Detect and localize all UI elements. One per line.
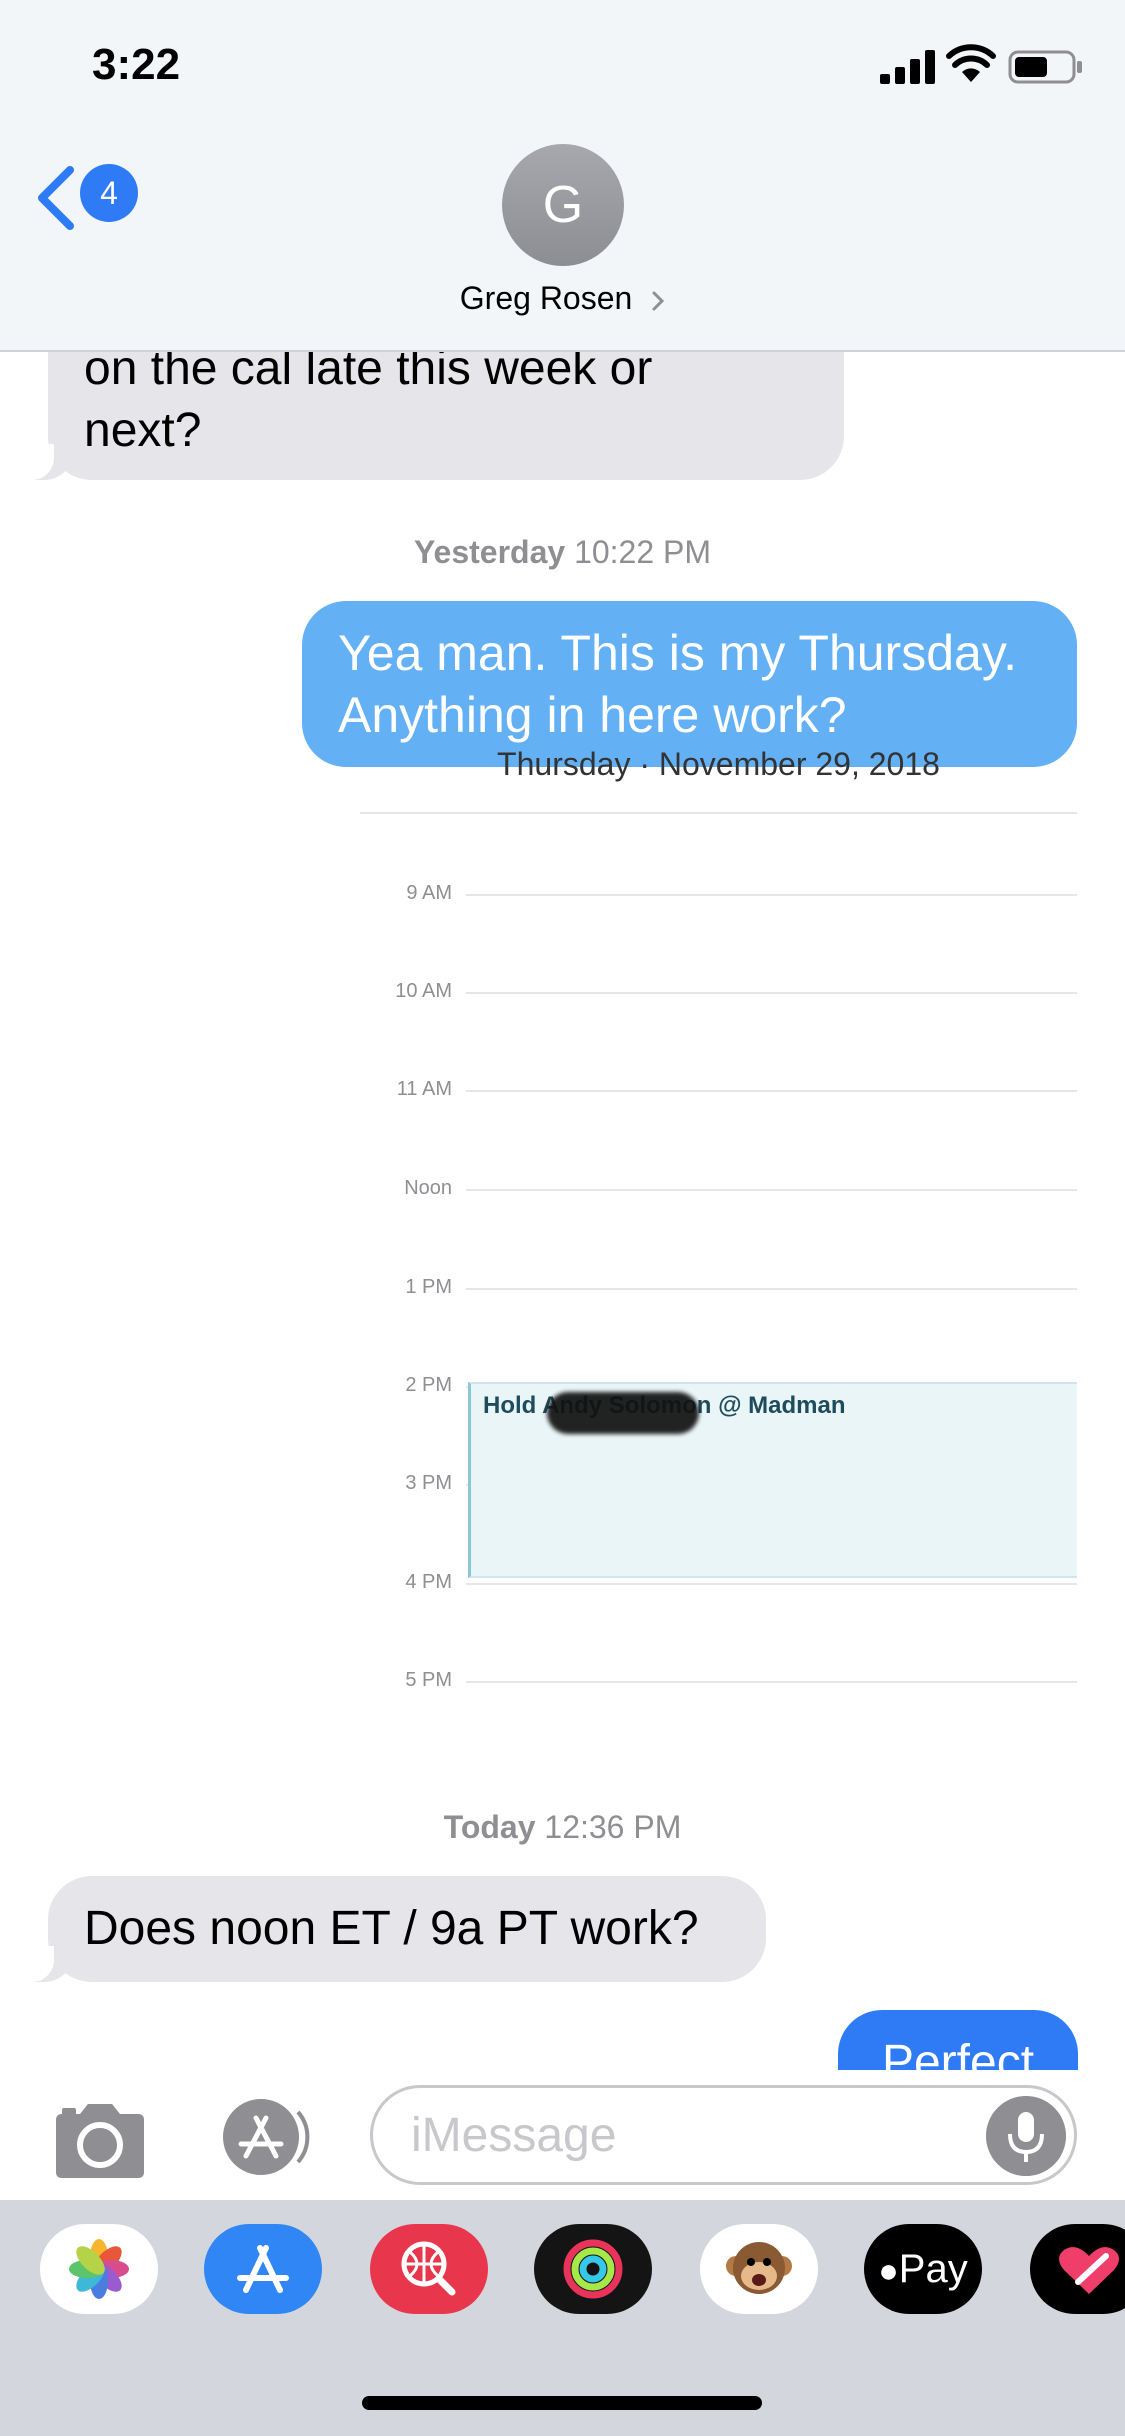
chevron-left-icon [38, 166, 74, 230]
apple-logo-icon: ● [878, 2252, 899, 2290]
photos-icon[interactable] [40, 2224, 158, 2314]
globe-search-glyph [401, 2241, 456, 2296]
calendar-date-title: Thursday · November 29, 2018 [497, 746, 940, 782]
timestamp-time: 12:36 PM [544, 1809, 682, 1845]
contact-avatar[interactable]: G [502, 144, 624, 266]
calendar-header-divider [360, 812, 1077, 814]
bubble-tail [28, 1946, 74, 1982]
message-text-line: next? [84, 404, 202, 457]
animoji-icon[interactable] [700, 2224, 818, 2314]
timestamp-day: Yesterday [413, 534, 566, 570]
message-text: Perfect [881, 2036, 1035, 2070]
apple-pay-label: Pay [898, 2247, 968, 2291]
battery-icon [1008, 50, 1082, 84]
hour-row-noon: Noon [360, 1175, 1077, 1205]
heart-glyph [1059, 2247, 1119, 2294]
hour-label: 3 PM [405, 1472, 452, 1494]
hour-label: 2 PM [405, 1374, 452, 1396]
calendar-event-block[interactable]: Hold Andy Solomon @ Madman [468, 1382, 1077, 1578]
message-text: Does noon ET / 9a PT work? [84, 1902, 699, 1955]
message-field[interactable] [370, 2085, 1077, 2185]
home-indicator[interactable] [362, 2396, 762, 2410]
outgoing-message-bubble[interactable]: Perfect [838, 2010, 1078, 2070]
bubble-tail [28, 444, 74, 480]
camera-icon[interactable] [50, 2100, 150, 2180]
message-text-line: Yea man. This is my Thursday. [338, 625, 1018, 681]
apple-pay-icon[interactable]: ●Pay [864, 2224, 982, 2314]
monkey-glyph [726, 2242, 792, 2294]
status-bar: 3:22 [0, 0, 1125, 130]
app-store-glyph [237, 2245, 289, 2293]
hour-row-11am: 11 AM [360, 1076, 1077, 1106]
digital-touch-icon[interactable] [1030, 2224, 1125, 2314]
hour-gridline [466, 1189, 1077, 1191]
microphone-icon[interactable] [986, 2096, 1066, 2176]
timestamp-day: Today [443, 1809, 536, 1845]
hour-gridline [466, 1090, 1077, 1092]
hour-label: 1 PM [405, 1276, 452, 1298]
unread-count-badge: 4 [80, 164, 138, 222]
message-text-line: Anything in here work? [338, 687, 847, 743]
calendar-day-preview[interactable]: Thursday · November 29, 2018 9 AM 10 AM … [360, 746, 1077, 1698]
timestamp-time: 10:22 PM [574, 534, 712, 570]
activity-icon[interactable] [534, 2224, 652, 2314]
redaction-scribble [547, 1392, 699, 1434]
message-input[interactable] [411, 2102, 971, 2168]
hour-row-1pm: 1 PM [360, 1274, 1077, 1304]
contact-name-button[interactable]: Greg Rosen [0, 280, 1125, 317]
hour-gridline [466, 1288, 1077, 1290]
conversation-header: 3:22 4 G Greg Rosen [0, 0, 1125, 352]
hour-gridline [466, 1583, 1077, 1585]
hour-label: 4 PM [405, 1571, 452, 1593]
wifi-icon [946, 44, 996, 82]
outgoing-message-bubble[interactable]: Yea man. This is my Thursday. Anything i… [302, 601, 1077, 767]
hour-row-5pm: 5 PM [360, 1667, 1077, 1697]
hour-label: 11 AM [396, 1078, 452, 1100]
hour-label: 10 AM [395, 980, 452, 1002]
timestamp-today: Today 12:36 PM [0, 1809, 1125, 1846]
cellular-signal-icon [880, 50, 935, 84]
hour-label: 9 AM [406, 882, 452, 904]
status-time: 3:22 [92, 40, 181, 89]
web-images-icon[interactable] [370, 2224, 488, 2314]
hour-gridline [466, 1681, 1077, 1683]
app-store-icon[interactable] [208, 2094, 318, 2180]
hour-row-10am: 10 AM [360, 978, 1077, 1008]
hour-row-9am: 9 AM [360, 880, 1077, 910]
back-button[interactable]: 4 [32, 160, 152, 230]
incoming-message-bubble[interactable]: Does noon ET / 9a PT work? [28, 1876, 766, 1982]
timestamp-yesterday: Yesterday 10:22 PM [0, 534, 1125, 571]
hour-gridline [466, 894, 1077, 896]
compose-bar [0, 2070, 1125, 2200]
contact-name: Greg Rosen [459, 280, 633, 316]
hour-gridline [466, 992, 1077, 994]
app-store-icon[interactable] [204, 2224, 322, 2314]
hour-label: Noon [404, 1177, 452, 1199]
photos-glyph [69, 2239, 129, 2299]
hour-label: 5 PM [405, 1669, 452, 1691]
activity-rings-glyph [563, 2239, 623, 2299]
chevron-right-icon [652, 291, 665, 311]
